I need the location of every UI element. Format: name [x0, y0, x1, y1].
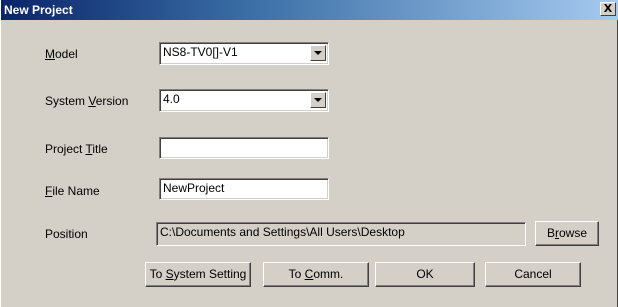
- system-setting-button[interactable]: To System Setting: [145, 262, 251, 287]
- system-version-label: System Version: [45, 94, 129, 108]
- position-value: C:\Documents and Settings\All Users\Desk…: [160, 225, 405, 239]
- browse-button[interactable]: Browse: [535, 221, 599, 246]
- model-label: Model: [45, 47, 78, 61]
- file-name-input[interactable]: NewProject: [159, 178, 329, 200]
- position-field: C:\Documents and Settings\All Users\Desk…: [156, 222, 526, 246]
- file-name-value: NewProject: [163, 181, 225, 195]
- close-icon: X: [603, 2, 613, 15]
- model-value: NS8-TV0[]-V1: [163, 45, 238, 59]
- chevron-down-icon[interactable]: [310, 92, 326, 108]
- project-title-input[interactable]: [159, 137, 329, 159]
- cancel-button[interactable]: Cancel: [485, 262, 581, 287]
- ok-button[interactable]: OK: [375, 262, 475, 287]
- system-version-select[interactable]: 4.0: [159, 89, 329, 112]
- chevron-down-icon[interactable]: [310, 45, 326, 61]
- close-button[interactable]: X: [600, 2, 616, 16]
- title-bar[interactable]: New Project X: [1, 0, 618, 20]
- position-label: Position: [45, 227, 88, 241]
- project-title-label: Project Title: [45, 142, 108, 156]
- dialog-title: New Project: [4, 3, 73, 17]
- new-project-dialog: New Project X Model NS8-TV0[]-V1 System …: [0, 0, 618, 307]
- model-select[interactable]: NS8-TV0[]-V1: [159, 42, 329, 65]
- system-version-value: 4.0: [163, 92, 180, 106]
- file-name-label: File Name: [45, 184, 100, 198]
- comm-button[interactable]: To Comm.: [263, 262, 369, 287]
